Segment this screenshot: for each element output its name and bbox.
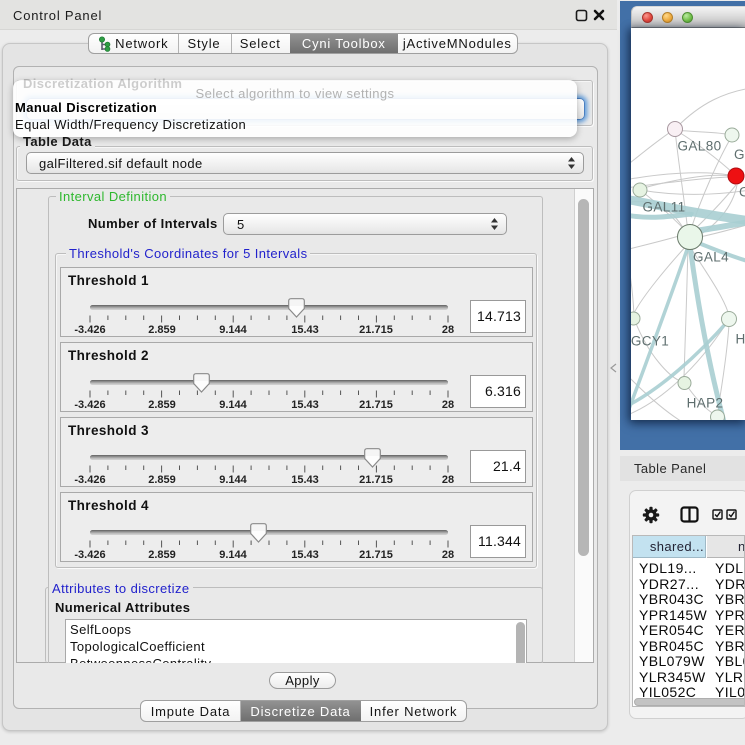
svg-text:GAL11: GAL11 bbox=[642, 200, 685, 215]
svg-text:HAP2: HAP2 bbox=[687, 396, 724, 411]
svg-text:GCY1: GCY1 bbox=[631, 334, 669, 349]
svg-text:GAL80: GAL80 bbox=[677, 139, 721, 154]
svg-text:GA: GA bbox=[734, 147, 745, 162]
svg-text:GAL4: GAL4 bbox=[693, 250, 729, 265]
svg-text:C: C bbox=[739, 185, 745, 200]
svg-text:H: H bbox=[736, 332, 745, 347]
